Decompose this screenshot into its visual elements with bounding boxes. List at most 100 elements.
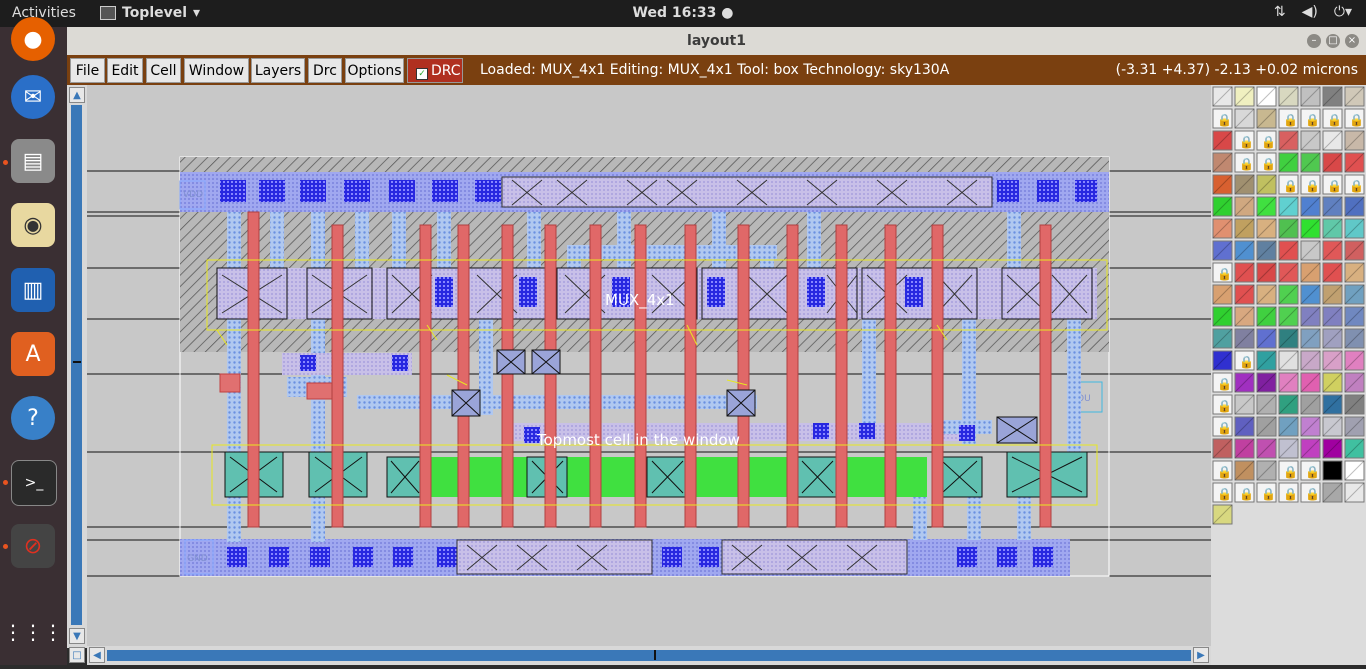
- zoom-box-icon[interactable]: □: [69, 647, 85, 663]
- layer-lock-icon[interactable]: 🔒: [1300, 460, 1321, 481]
- layer-swatch[interactable]: [1212, 86, 1233, 107]
- horizontal-scrollbar[interactable]: ◀ ▶: [87, 646, 1211, 665]
- layer-swatch[interactable]: [1212, 240, 1233, 261]
- layer-swatch[interactable]: [1212, 196, 1233, 217]
- layer-swatch[interactable]: [1344, 482, 1365, 503]
- layer-swatch[interactable]: [1234, 284, 1255, 305]
- scroll-up-icon[interactable]: ▲: [69, 87, 85, 103]
- layer-swatch[interactable]: [1234, 108, 1255, 129]
- layer-lock-icon[interactable]: 🔒: [1212, 372, 1233, 393]
- layer-swatch[interactable]: [1344, 416, 1365, 437]
- layer-swatch[interactable]: [1278, 218, 1299, 239]
- layer-swatch[interactable]: [1278, 152, 1299, 173]
- layer-swatch[interactable]: [1234, 416, 1255, 437]
- layer-swatch[interactable]: [1344, 152, 1365, 173]
- layer-swatch[interactable]: [1256, 328, 1277, 349]
- layer-swatch[interactable]: [1212, 174, 1233, 195]
- layer-swatch[interactable]: [1344, 262, 1365, 283]
- layer-swatch[interactable]: [1278, 196, 1299, 217]
- layer-lock-icon[interactable]: 🔒: [1344, 108, 1365, 129]
- layer-swatch[interactable]: [1278, 372, 1299, 393]
- layer-swatch[interactable]: [1256, 416, 1277, 437]
- layer-lock-icon[interactable]: 🔒: [1212, 108, 1233, 129]
- layer-swatch[interactable]: [1300, 196, 1321, 217]
- layer-swatch[interactable]: [1256, 196, 1277, 217]
- maximize-button[interactable]: □: [1326, 34, 1340, 48]
- layer-swatch[interactable]: [1278, 284, 1299, 305]
- layer-swatch[interactable]: [1212, 152, 1233, 173]
- layer-swatch[interactable]: [1278, 130, 1299, 151]
- layer-swatch[interactable]: [1212, 504, 1233, 525]
- layer-swatch[interactable]: [1256, 218, 1277, 239]
- layer-swatch[interactable]: [1256, 438, 1277, 459]
- layer-swatch[interactable]: [1234, 328, 1255, 349]
- layer-swatch[interactable]: [1322, 86, 1343, 107]
- help-icon[interactable]: ?: [11, 396, 55, 440]
- scroll-right-icon[interactable]: ▶: [1193, 647, 1209, 663]
- layer-swatch[interactable]: [1278, 86, 1299, 107]
- drc-toggle[interactable]: ✓ DRC: [407, 58, 463, 83]
- layer-swatch[interactable]: [1300, 372, 1321, 393]
- layer-swatch[interactable]: [1234, 460, 1255, 481]
- layer-swatch[interactable]: [1256, 350, 1277, 371]
- layer-swatch[interactable]: [1256, 86, 1277, 107]
- layer-lock-icon[interactable]: 🔒: [1212, 482, 1233, 503]
- layer-lock-icon[interactable]: 🔒: [1278, 460, 1299, 481]
- system-tray[interactable]: ⇅ ◀) ⏻▾: [1274, 4, 1352, 20]
- terminal-icon[interactable]: >_: [11, 460, 57, 506]
- blocked-icon[interactable]: ⊘: [11, 524, 55, 568]
- layer-swatch[interactable]: [1256, 394, 1277, 415]
- layer-lock-icon[interactable]: 🔒: [1212, 416, 1233, 437]
- layer-lock-icon[interactable]: 🔒: [1322, 108, 1343, 129]
- layer-lock-icon[interactable]: 🔒: [1234, 130, 1255, 151]
- layer-swatch[interactable]: [1256, 460, 1277, 481]
- scroll-left-icon[interactable]: ◀: [89, 647, 105, 663]
- layer-lock-icon[interactable]: 🔒: [1212, 394, 1233, 415]
- layer-swatch[interactable]: [1212, 438, 1233, 459]
- layout-drawing[interactable]: VDD GND OU MUX_4x1 Topmost cell in the w…: [87, 85, 1211, 646]
- layer-swatch[interactable]: [1322, 416, 1343, 437]
- layer-swatch[interactable]: [1256, 108, 1277, 129]
- layer-swatch[interactable]: [1300, 262, 1321, 283]
- layer-swatch[interactable]: [1278, 438, 1299, 459]
- layer-lock-icon[interactable]: 🔒: [1278, 174, 1299, 195]
- layer-swatch[interactable]: [1322, 218, 1343, 239]
- menu-layers[interactable]: Layers: [251, 58, 305, 83]
- layer-swatch[interactable]: [1256, 240, 1277, 261]
- layer-swatch[interactable]: [1256, 372, 1277, 393]
- layer-swatch[interactable]: [1212, 328, 1233, 349]
- layer-swatch[interactable]: [1234, 394, 1255, 415]
- layer-swatch[interactable]: [1278, 306, 1299, 327]
- layer-swatch[interactable]: [1300, 328, 1321, 349]
- layer-swatch[interactable]: [1322, 306, 1343, 327]
- layer-swatch[interactable]: [1234, 240, 1255, 261]
- layer-swatch[interactable]: [1322, 284, 1343, 305]
- layer-lock-icon[interactable]: 🔒: [1256, 152, 1277, 173]
- layer-swatch[interactable]: [1344, 130, 1365, 151]
- layer-swatch[interactable]: [1322, 394, 1343, 415]
- layer-lock-icon[interactable]: 🔒: [1256, 482, 1277, 503]
- software-icon[interactable]: A: [11, 332, 55, 376]
- files-icon[interactable]: ▤: [11, 139, 55, 183]
- layer-swatch[interactable]: [1234, 262, 1255, 283]
- layer-swatch[interactable]: [1212, 130, 1233, 151]
- layer-swatch[interactable]: [1322, 350, 1343, 371]
- layer-lock-icon[interactable]: 🔒: [1256, 130, 1277, 151]
- layer-swatch[interactable]: [1322, 130, 1343, 151]
- layer-swatch[interactable]: [1278, 350, 1299, 371]
- writer-icon[interactable]: ▥: [11, 268, 55, 312]
- layer-swatch[interactable]: [1322, 460, 1343, 481]
- firefox-icon[interactable]: ●: [11, 17, 55, 61]
- layer-swatch[interactable]: [1278, 328, 1299, 349]
- layer-lock-icon[interactable]: 🔒: [1234, 482, 1255, 503]
- layer-swatch[interactable]: [1278, 262, 1299, 283]
- layer-swatch[interactable]: [1278, 416, 1299, 437]
- layer-swatch[interactable]: [1300, 284, 1321, 305]
- layer-swatch[interactable]: [1322, 196, 1343, 217]
- layer-swatch[interactable]: [1344, 350, 1365, 371]
- layer-palette[interactable]: 🔒 🔒 🔒 🔒 🔒 🔒 🔒 🔒 🔒 🔒 🔒 🔒 🔒 🔒 🔒 🔒 🔒 🔒 🔒 🔒 🔒 🔒 🔒 🔒 🔒 🔒: [1211, 85, 1366, 665]
- layer-swatch[interactable]: [1322, 372, 1343, 393]
- layer-lock-icon[interactable]: 🔒: [1212, 460, 1233, 481]
- layer-swatch[interactable]: [1322, 438, 1343, 459]
- layer-swatch[interactable]: [1300, 438, 1321, 459]
